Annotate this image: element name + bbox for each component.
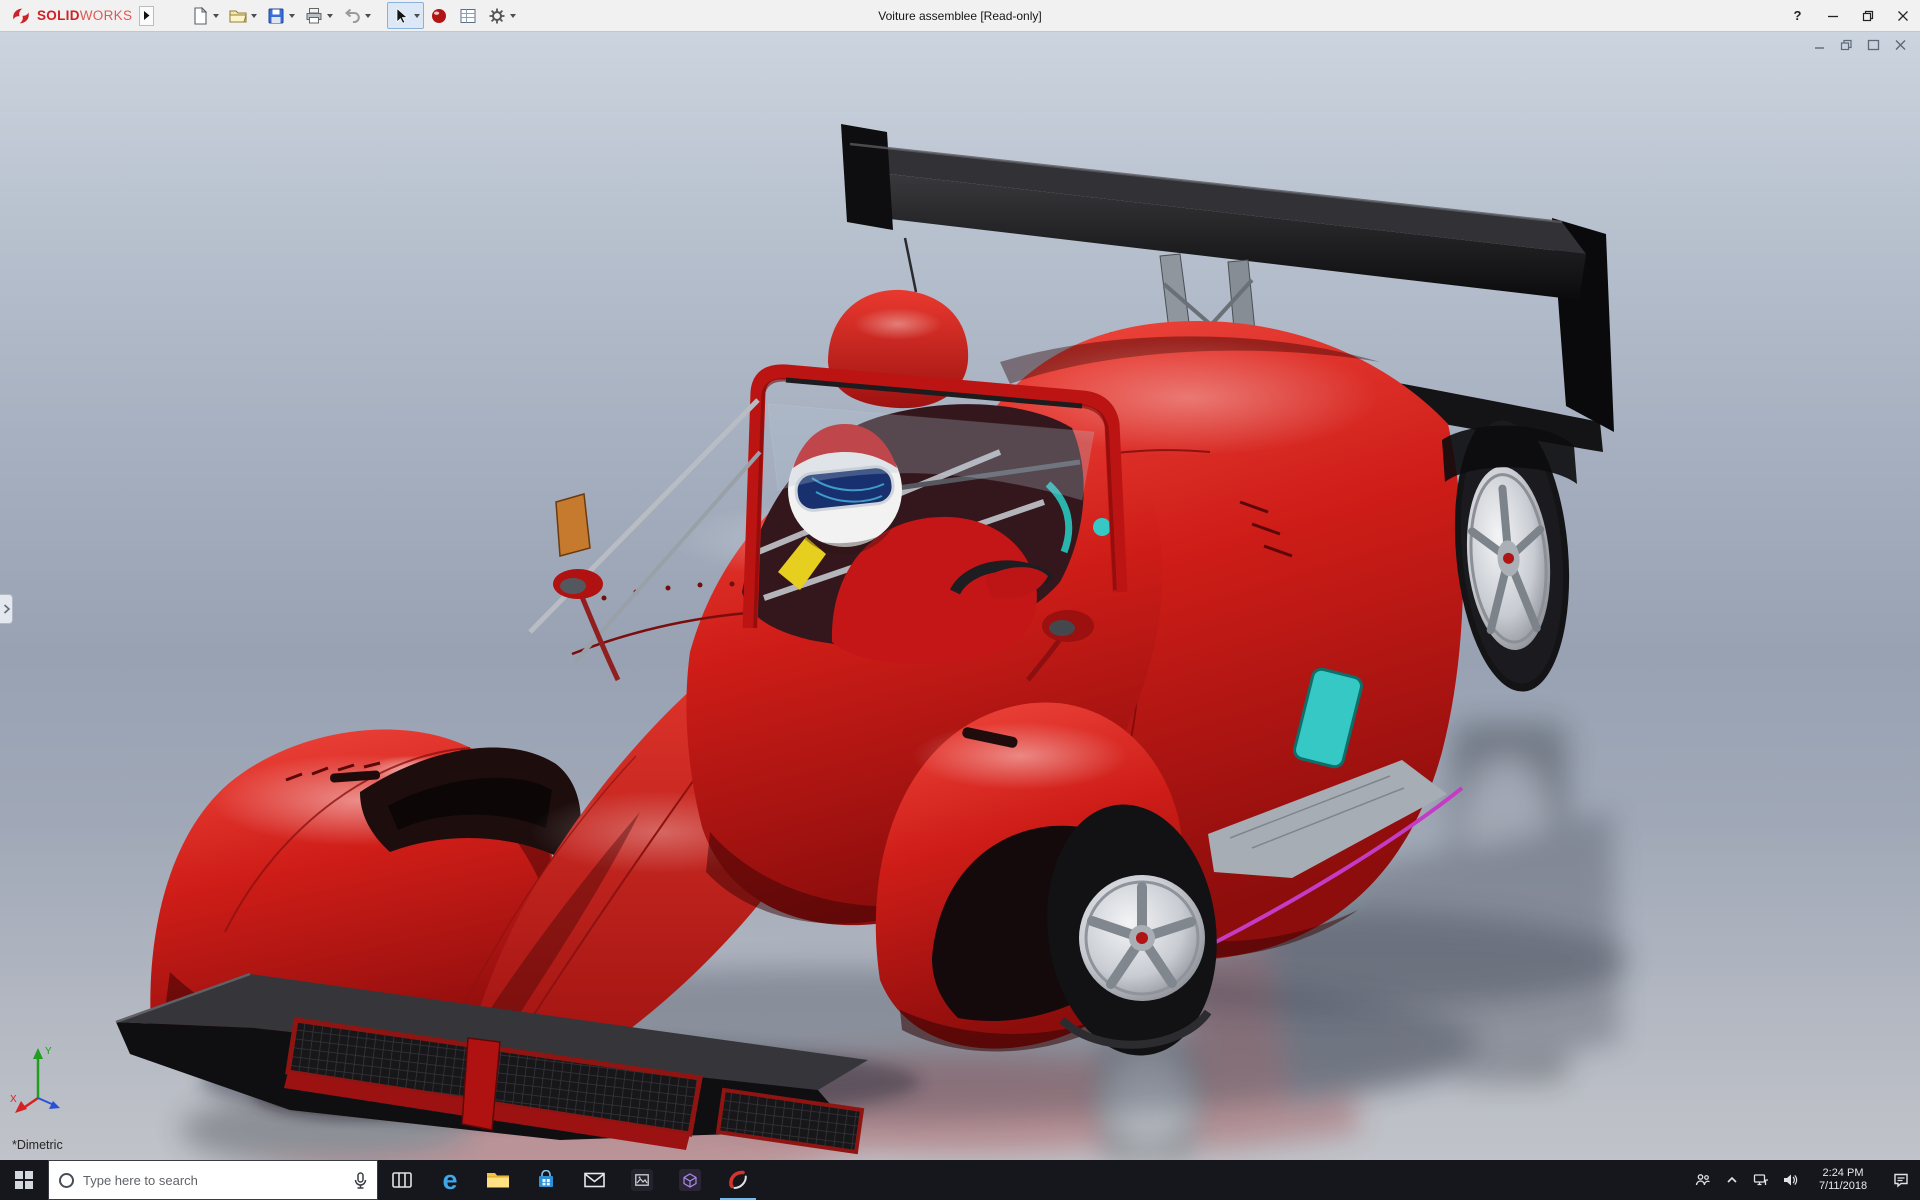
doc-minimize-button[interactable]	[1809, 37, 1829, 53]
clock-date: 7/11/2018	[1818, 1180, 1868, 1192]
system-tray: 2:24 PM 7/11/2018	[1688, 1160, 1920, 1200]
doc-minimize-icon	[1814, 47, 1824, 49]
network-icon	[1753, 1174, 1768, 1186]
3d-viewer-icon	[679, 1169, 701, 1191]
select-cursor-icon	[396, 7, 409, 24]
new-document-icon	[194, 6, 208, 25]
print-icon	[306, 7, 322, 23]
cortana-icon	[59, 1172, 74, 1188]
start-button[interactable]	[0, 1160, 48, 1200]
dropdown-arrow-icon[interactable]	[510, 13, 517, 18]
file-explorer-icon	[487, 1173, 509, 1188]
doc-maximize-button[interactable]	[1863, 37, 1883, 53]
restore-icon	[1862, 10, 1873, 21]
document-window-controls	[1809, 37, 1910, 53]
taskbar-search[interactable]	[48, 1160, 378, 1200]
microphone-button[interactable]	[354, 1171, 367, 1189]
edge-button[interactable]: e	[426, 1160, 474, 1200]
panel-collapse-tab[interactable]	[0, 594, 13, 624]
dropdown-arrow-icon[interactable]	[327, 13, 334, 18]
appearance-button[interactable]	[425, 2, 453, 29]
clock-time: 2:24 PM	[1822, 1166, 1864, 1179]
mail-button[interactable]	[570, 1160, 618, 1200]
people-icon	[1695, 1174, 1710, 1186]
store-icon	[539, 1170, 553, 1187]
store-button[interactable]	[522, 1160, 570, 1200]
select-button[interactable]	[387, 2, 425, 29]
network-button[interactable]	[1746, 1160, 1775, 1200]
open-folder-icon	[229, 9, 247, 23]
close-button[interactable]	[1885, 0, 1920, 32]
search-input[interactable]	[83, 1172, 345, 1188]
options-button[interactable]	[483, 2, 520, 29]
microphone-icon	[354, 1171, 367, 1189]
close-icon	[1897, 10, 1908, 21]
view-orientation-label: *Dimetric	[12, 1138, 63, 1152]
people-button[interactable]	[1688, 1160, 1717, 1200]
orientation-triad: Y X	[10, 1046, 60, 1113]
save-icon	[268, 8, 284, 23]
drawing-sheet-icon	[460, 8, 476, 23]
window-controls: ?	[1780, 0, 1920, 32]
volume-icon	[1783, 1174, 1797, 1186]
triad-x-label: X	[10, 1094, 17, 1105]
dropdown-arrow-icon[interactable]	[289, 13, 296, 18]
dropdown-arrow-icon[interactable]	[414, 13, 421, 18]
solidworks-app-icon	[729, 1170, 747, 1189]
menu-flyout-button[interactable]	[139, 5, 155, 26]
window-title: Voiture assemblee [Read-only]	[878, 8, 1042, 23]
maximize-button[interactable]	[1850, 0, 1885, 32]
chevron-up-icon	[1726, 1176, 1737, 1183]
appearance-sphere-icon	[432, 8, 447, 23]
doc-close-icon	[1895, 40, 1905, 50]
clock[interactable]: 2:24 PM 7/11/2018	[1804, 1167, 1882, 1194]
edge-icon: e	[442, 1164, 458, 1195]
taskbar: e	[0, 1160, 1920, 1200]
graphics-area[interactable]: Y X *Dimetric	[0, 32, 1920, 1160]
undo-button[interactable]	[338, 2, 375, 29]
doc-restore-icon	[1840, 39, 1852, 51]
help-button[interactable]: ?	[1780, 0, 1815, 32]
doc-restore-button[interactable]	[1836, 37, 1856, 53]
solidworks-menu[interactable]: SOLIDWORKS	[0, 5, 160, 27]
standard-toolbar	[186, 2, 520, 29]
doc-close-button[interactable]	[1890, 37, 1910, 53]
dropdown-arrow-icon[interactable]	[365, 13, 372, 18]
task-view-button[interactable]	[378, 1160, 426, 1200]
dropdown-arrow-icon[interactable]	[213, 13, 220, 18]
drawing-sheet-button[interactable]	[454, 2, 482, 29]
mail-icon	[583, 1172, 605, 1188]
flyout-arrow-icon	[144, 11, 150, 20]
titlebar: SOLIDWORKS Voiture assemblee [Read-only]…	[0, 0, 1920, 32]
photos-button[interactable]	[618, 1160, 666, 1200]
new-document-button[interactable]	[186, 2, 223, 29]
collapse-arrow-icon	[3, 604, 10, 614]
3d-viewer-button[interactable]	[666, 1160, 714, 1200]
doc-maximize-icon	[1867, 39, 1879, 51]
file-explorer-button[interactable]	[474, 1160, 522, 1200]
brand-wordmark: SOLIDWORKS	[37, 8, 133, 23]
save-button[interactable]	[262, 2, 299, 29]
undo-icon	[345, 8, 361, 23]
desktop: SOLIDWORKS Voiture assemblee [Read-only]…	[0, 0, 1920, 1200]
tray-overflow-button[interactable]	[1717, 1160, 1746, 1200]
3d-model-canvas[interactable]	[0, 32, 1920, 1160]
task-view-icon	[392, 1172, 412, 1188]
open-button[interactable]	[224, 2, 261, 29]
triad-y-label: Y	[45, 1046, 52, 1057]
dropdown-arrow-icon[interactable]	[251, 13, 258, 18]
action-center-icon	[1894, 1173, 1908, 1188]
solidworks-taskbar-button[interactable]	[714, 1160, 762, 1200]
volume-button[interactable]	[1775, 1160, 1804, 1200]
minimize-button[interactable]	[1815, 0, 1850, 32]
action-center-button[interactable]	[1882, 1160, 1920, 1200]
options-gear-icon	[489, 8, 505, 23]
photos-icon	[631, 1169, 653, 1191]
windows-logo-icon	[15, 1171, 33, 1189]
minimize-icon	[1827, 15, 1838, 17]
print-button[interactable]	[300, 2, 337, 29]
solidworks-logo-icon	[13, 8, 29, 23]
